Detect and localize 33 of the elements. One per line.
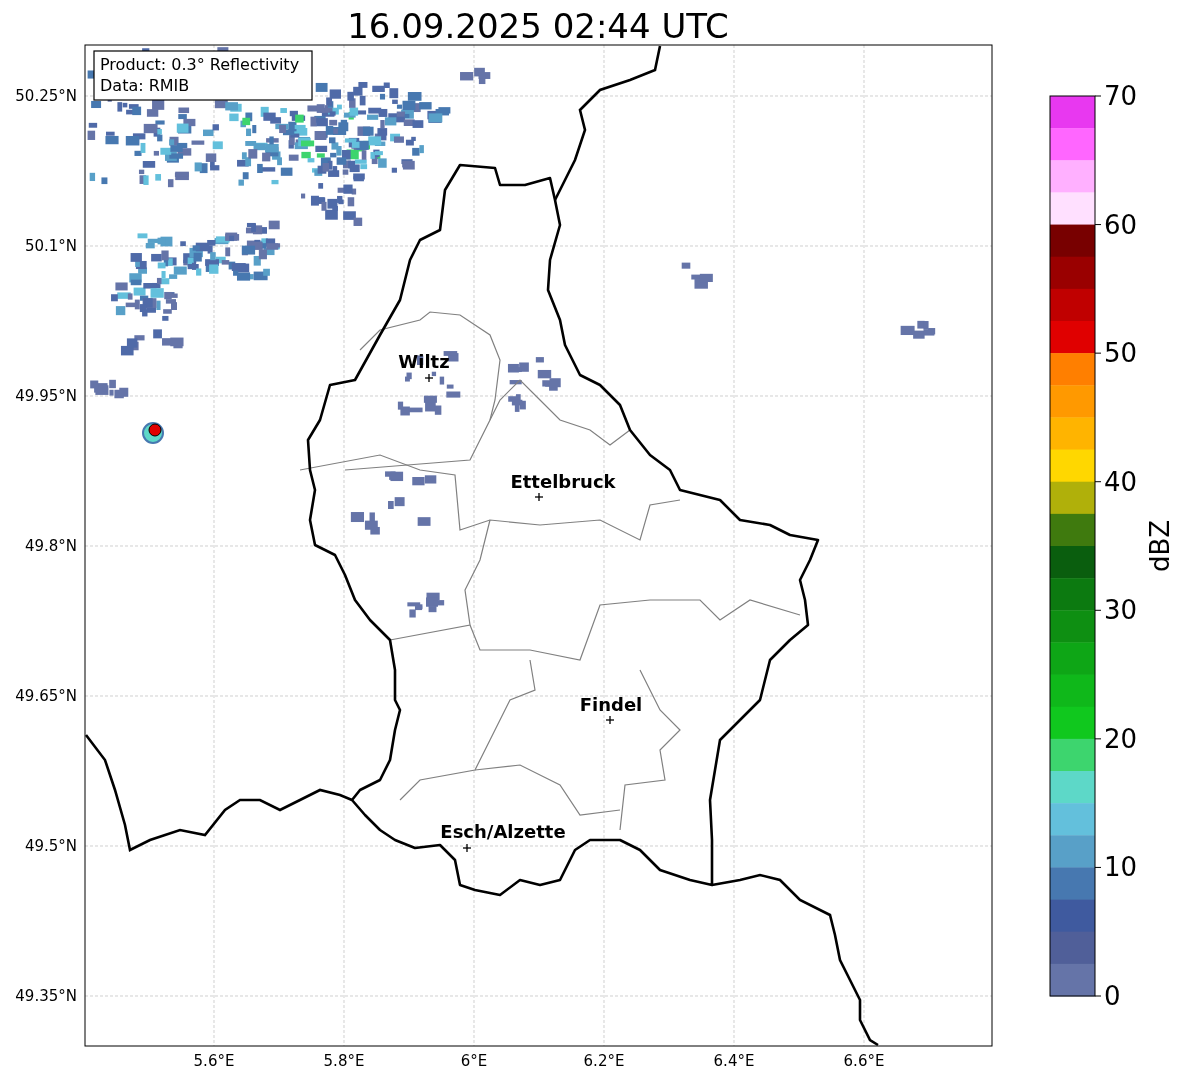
latitude-label: 49.8°N (24, 537, 77, 555)
city-marker-icon (534, 492, 544, 502)
colorbar-tick-label: 10 (1104, 852, 1138, 883)
city-marker-icon (462, 843, 472, 853)
colorbar-tick-label: 40 (1104, 466, 1138, 497)
longitude-label: 5.6°E (193, 1052, 235, 1070)
colorbar-label: dBZ (1145, 519, 1175, 573)
colorbar-tick-label: 0 (1104, 981, 1121, 1011)
longitude-label: 6.4°E (713, 1052, 755, 1070)
city-label: Wiltz (398, 351, 450, 372)
city-label: Ettelbruck (510, 471, 616, 492)
longitude-label: 6°E (460, 1052, 488, 1070)
latitude-label: 49.5°N (24, 837, 77, 855)
longitude-label: 6.2°E (583, 1052, 625, 1070)
longitude-label: 5.8°E (323, 1052, 365, 1070)
info-text: Data: RMIB (100, 76, 190, 95)
chart-title: 16.09.2025 02:44 UTC (347, 6, 729, 46)
longitude-label: 6.6°E (843, 1052, 885, 1070)
city-label: Esch/Alzette (440, 821, 566, 842)
city-marker-icon (605, 715, 615, 725)
city-label: Findel (579, 694, 643, 715)
colorbar-tick-label: 20 (1104, 723, 1138, 754)
city-marker-icon (424, 373, 434, 383)
latitude-label: 49.35°N (15, 987, 77, 1005)
colorbar-tick-label: 60 (1104, 209, 1138, 240)
colorbar-tick-label: 30 (1104, 595, 1138, 626)
latitude-label: 49.65°N (15, 687, 77, 705)
latitude-label: 49.95°N (15, 387, 77, 405)
info-text: Product: 0.3° Reflectivity (100, 55, 300, 74)
colorbar-tick-label: 50 (1104, 338, 1138, 369)
latitude-label: 50.1°N (24, 237, 77, 255)
colorbar-tick-label: 70 (1104, 81, 1138, 111)
latitude-label: 50.25°N (15, 87, 77, 105)
